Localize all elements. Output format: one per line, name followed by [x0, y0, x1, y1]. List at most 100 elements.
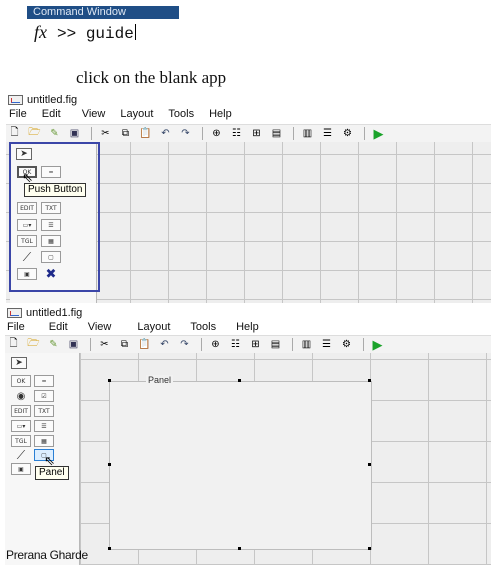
command-window-title: Command Window	[27, 6, 179, 19]
figure-file-icon	[8, 95, 23, 105]
static-text-icon[interactable]: TXT	[34, 405, 54, 417]
panel-component[interactable]	[109, 381, 372, 550]
selection-handle[interactable]	[368, 463, 371, 466]
menu-edit[interactable]: Edit	[42, 108, 61, 120]
selection-handle[interactable]	[108, 463, 111, 466]
window2-toolbar: 🗋 🗁 ✎ ▣ ✂ ⧉ 📋 ↶ ↷ ⊕ ☷ ⊞ ▤ ▥ ☰ ⚙ ▶	[5, 335, 491, 354]
run-icon[interactable]: ▶	[369, 337, 386, 352]
checkbox-icon[interactable]: ☑	[34, 390, 54, 402]
redo-icon[interactable]: ↷	[176, 338, 193, 351]
edit-icon[interactable]: ✎	[45, 338, 62, 351]
paste-icon[interactable]: 📋	[137, 127, 154, 140]
tab-order-icon[interactable]: ⊞	[247, 338, 264, 351]
listbox-icon[interactable]: ☰	[41, 219, 61, 231]
menu-help[interactable]: Help	[209, 108, 232, 120]
save-icon[interactable]: ▣	[66, 127, 83, 140]
menu-view[interactable]: View	[88, 321, 112, 333]
fx-icon: fx	[34, 22, 47, 42]
toolbar-separator	[363, 338, 364, 351]
button-group-icon[interactable]: ▣	[17, 268, 37, 280]
menu-tools[interactable]: Tools	[190, 321, 216, 333]
menu-file[interactable]: File	[9, 108, 27, 120]
table-icon[interactable]: ▦	[41, 235, 61, 247]
edit-icon[interactable]: ✎	[46, 127, 63, 140]
selection-handle[interactable]	[368, 379, 371, 382]
edit-text-icon[interactable]: EDIT	[17, 202, 37, 214]
selection-handle[interactable]	[238, 547, 241, 550]
push-button-icon[interactable]: OK	[11, 375, 31, 387]
copy-icon[interactable]: ⧉	[117, 127, 134, 140]
toolbar-separator	[201, 338, 202, 351]
slider-icon[interactable]: ━	[34, 375, 54, 387]
window1-title: untitled.fig	[27, 94, 78, 106]
menu-layout[interactable]: Layout	[120, 108, 153, 120]
save-icon[interactable]: ▣	[65, 338, 82, 351]
toggle-button-icon[interactable]: TGL	[11, 435, 31, 447]
axes-icon[interactable]: ⟋	[17, 251, 37, 263]
command-line[interactable]: fx >> guide	[34, 22, 136, 43]
open-icon[interactable]: 🗁	[25, 338, 42, 351]
static-text-icon[interactable]: TXT	[41, 202, 61, 214]
window1-menubar: File Edit View Layout Tools Help	[9, 108, 232, 120]
window1-title-bar: untitled.fig	[8, 94, 77, 106]
object-browser-icon[interactable]: ⚙	[338, 338, 355, 351]
menu-tools[interactable]: Tools	[168, 108, 194, 120]
menu-layout[interactable]: Layout	[137, 321, 170, 333]
tab-order-icon[interactable]: ⊞	[248, 127, 265, 140]
align-icon[interactable]: ⊕	[208, 127, 225, 140]
cut-icon[interactable]: ✂	[96, 338, 113, 351]
undo-icon[interactable]: ↶	[157, 127, 174, 140]
menu-file[interactable]: File	[7, 321, 25, 333]
table-icon[interactable]: ▦	[34, 435, 54, 447]
redo-icon[interactable]: ↷	[177, 127, 194, 140]
button-group-icon[interactable]: ▣	[11, 463, 31, 475]
panel-tooltip: Panel	[35, 466, 69, 480]
selection-handle[interactable]	[108, 547, 111, 550]
toolbar-separator	[293, 127, 294, 140]
cut-icon[interactable]: ✂	[97, 127, 114, 140]
toggle-button-icon[interactable]: TGL	[17, 235, 37, 247]
menu-editor-icon[interactable]: ☷	[227, 338, 244, 351]
paste-icon[interactable]: 📋	[136, 338, 153, 351]
menu-view[interactable]: View	[82, 108, 106, 120]
radio-button-icon[interactable]: ◉	[11, 390, 31, 402]
toolbar-editor-icon[interactable]: ▤	[268, 127, 285, 140]
run-icon[interactable]: ▶	[370, 126, 387, 141]
toolbar-separator	[292, 338, 293, 351]
panel-icon[interactable]: ▢	[41, 251, 61, 263]
activex-icon[interactable]: ✖	[41, 268, 61, 280]
menu-help[interactable]: Help	[236, 321, 259, 333]
command-text: guide	[85, 25, 134, 43]
listbox-icon[interactable]: ☰	[34, 420, 54, 432]
menu-editor-icon[interactable]: ☷	[228, 127, 245, 140]
figure-file-icon	[7, 308, 22, 318]
axes-icon[interactable]: ⟋	[11, 449, 31, 461]
mfile-editor-icon[interactable]: ▥	[298, 338, 315, 351]
panel-label: Panel	[146, 375, 174, 385]
open-icon[interactable]: 🗁	[26, 127, 43, 140]
toolbar-editor-icon[interactable]: ▤	[267, 338, 284, 351]
popup-menu-icon[interactable]: ▭▾	[11, 420, 31, 432]
selection-handle[interactable]	[108, 379, 111, 382]
object-browser-icon[interactable]: ⚙	[339, 127, 356, 140]
menu-edit[interactable]: Edit	[49, 321, 68, 333]
select-arrow-icon[interactable]: ➤	[16, 148, 32, 160]
text-caret	[134, 24, 136, 40]
select-arrow-icon[interactable]: ➤	[11, 357, 27, 369]
property-inspector-icon[interactable]: ☰	[319, 127, 336, 140]
mfile-editor-icon[interactable]: ▥	[299, 127, 316, 140]
align-icon[interactable]: ⊕	[207, 338, 224, 351]
property-inspector-icon[interactable]: ☰	[318, 338, 335, 351]
toolbar-separator	[364, 127, 365, 140]
new-icon[interactable]: 🗋	[6, 127, 23, 140]
toolbar-separator	[202, 127, 203, 140]
author-credit: Prerana Gharde	[6, 548, 88, 562]
copy-icon[interactable]: ⧉	[116, 338, 133, 351]
selection-handle[interactable]	[368, 547, 371, 550]
slider-icon[interactable]: ━	[41, 166, 61, 178]
undo-icon[interactable]: ↶	[156, 338, 173, 351]
new-icon[interactable]: 🗋	[5, 338, 22, 351]
popup-menu-icon[interactable]: ▭▾	[17, 219, 37, 231]
edit-text-icon[interactable]: EDIT	[11, 405, 31, 417]
selection-handle[interactable]	[238, 379, 241, 382]
